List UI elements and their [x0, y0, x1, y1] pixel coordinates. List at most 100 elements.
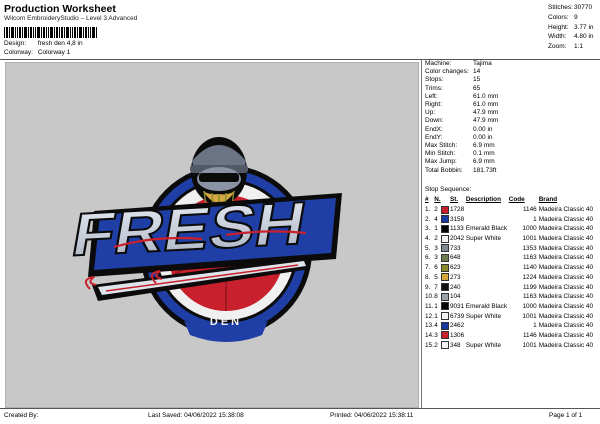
color-swatch	[441, 321, 450, 331]
row-description	[466, 263, 509, 273]
row-needle: 1	[434, 312, 438, 320]
info-row: Total Bobbin: 181.73ft	[425, 166, 497, 174]
row-brand: Madeira Classic 40	[538, 215, 594, 223]
thread-color-swatch	[441, 331, 450, 340]
row-brand: Madeira Classic 40	[538, 225, 594, 233]
row-needle: 4	[434, 322, 438, 330]
row-number: 13.	[425, 322, 434, 330]
stop-sequence-label: Stop Sequence:	[425, 186, 472, 193]
col-description: Description	[465, 196, 501, 204]
row-code: 648	[449, 254, 461, 262]
row-code: 1133	[449, 225, 464, 233]
row-stitches: 1001	[522, 341, 537, 349]
row-brand: Madeira Classic 40	[538, 312, 594, 320]
row-number: 14.	[425, 331, 434, 339]
info-row: Color changes: 14	[425, 68, 481, 76]
table-row: 11. 1 9031 Emerald Black 1000 Madeira Classic…	[425, 302, 600, 312]
row-stitches: 1001	[522, 312, 537, 320]
row-code: 1728	[449, 206, 465, 214]
color-swatch	[441, 273, 450, 283]
created-by: Created By:	[4, 412, 39, 419]
info-row: Max Stitch: 6.9 mm	[425, 142, 495, 150]
row-brand: Madeira Classic 40	[538, 331, 594, 339]
row-code: 348	[449, 341, 461, 349]
thread-color-swatch	[441, 312, 450, 321]
row-brand: Madeira Classic 40	[538, 273, 594, 281]
info-row: EndY: 0.00 in	[425, 133, 493, 141]
color-swatch	[441, 292, 450, 302]
table-row: 10. 8 104 1163 Madeira Classic 40	[425, 292, 600, 302]
info-row: Trims: 65	[425, 84, 481, 92]
row-brand: Madeira Classic 40	[538, 341, 594, 349]
worksheet-header: Production Worksheet Wilcom EmbroiderySt…	[0, 0, 600, 60]
thread-color-swatch	[441, 244, 450, 253]
thread-color-swatch	[441, 205, 450, 214]
row-description	[466, 273, 509, 283]
row-description	[466, 282, 509, 292]
row-stitches: 1199	[522, 283, 537, 291]
row-needle: 3	[434, 331, 438, 339]
row-code: 240	[449, 283, 461, 291]
machine-info: Machine: Tajima Color changes: 14 Stops: 15…	[425, 60, 498, 175]
info-row: Machine: Tajima	[425, 60, 492, 67]
design-preview[interactable]: FRESH DEN	[5, 62, 419, 408]
design-value: fresh den 4,8 in	[37, 40, 83, 47]
info-row: Down: 47.9 mm	[425, 117, 499, 125]
row-number: 3.	[425, 225, 431, 233]
row-stitches: 1	[533, 322, 537, 330]
colorway-label: Colorway:	[4, 49, 33, 56]
row-needle: 2	[434, 235, 438, 243]
row-number: 1.	[425, 206, 431, 214]
row-number: 12.	[425, 312, 434, 320]
row-number: 15.	[425, 341, 434, 349]
design-label: Design:	[4, 40, 27, 47]
thread-color-swatch	[441, 234, 450, 243]
row-number: 4.	[425, 235, 431, 243]
fresh-text: FRESH	[67, 189, 311, 269]
row-stitches: 1163	[522, 254, 537, 262]
row-needle: 2	[434, 206, 438, 214]
row-description	[466, 243, 509, 253]
info-row: Stops: 15	[425, 76, 481, 84]
thread-color-swatch	[441, 253, 450, 262]
stat-stitches: Stitches: 30770	[548, 4, 593, 11]
info-row: EndX: 0.00 in	[425, 125, 493, 133]
col-swatch	[441, 195, 450, 205]
row-needle: 5	[434, 273, 438, 281]
row-stitches: 1140	[522, 264, 537, 272]
row-brand: Madeira Classic 40	[538, 302, 594, 310]
table-row: 9. 7 240 1199 Madeira Classic 40	[425, 282, 600, 292]
table-row: 13. 4 2462 1 Madeira Classic 40	[425, 321, 600, 331]
info-row: Max Jump: 6.9 mm	[425, 158, 495, 166]
row-stitches: 1163	[522, 293, 537, 301]
row-stitches: 1	[533, 215, 537, 223]
color-swatch	[441, 340, 450, 350]
header-divider	[0, 59, 600, 60]
row-brand: Madeira Classic 40	[538, 254, 594, 262]
thread-color-swatch	[441, 273, 450, 282]
table-header-row: # N. St. Description Code Brand	[425, 195, 600, 205]
row-number: 7.	[425, 264, 431, 272]
stat-width: Width: 4.80 in	[548, 33, 594, 41]
row-stitches: 1146	[522, 331, 537, 339]
row-needle: 6	[434, 264, 438, 272]
row-brand: Madeira Classic 40	[538, 322, 594, 330]
col-st: St.	[449, 196, 459, 204]
software-name: Wilcom EmbroideryStudio – Level 3 Advanc…	[4, 15, 138, 22]
row-code: 9031	[449, 302, 465, 310]
table-row: 3. 1 1133 Emerald Black 1000 Madeira Classic …	[425, 224, 600, 234]
color-swatch	[441, 224, 450, 234]
table-row: 8. 5 273 1224 Madeira Classic 40	[425, 273, 600, 283]
row-code: 273	[449, 273, 461, 281]
thread-color-swatch	[441, 321, 450, 330]
row-description	[466, 292, 509, 302]
row-brand: Madeira Classic 40	[538, 235, 594, 243]
thread-color-swatch	[441, 341, 450, 350]
info-row: Left: 61.0 mm	[425, 92, 499, 100]
row-code: 6739	[449, 312, 465, 320]
thread-color-swatch	[441, 263, 450, 272]
row-description	[466, 214, 509, 224]
row-description: Super White	[465, 312, 501, 320]
col-number: #	[425, 196, 429, 204]
row-number: 5.	[425, 244, 431, 252]
